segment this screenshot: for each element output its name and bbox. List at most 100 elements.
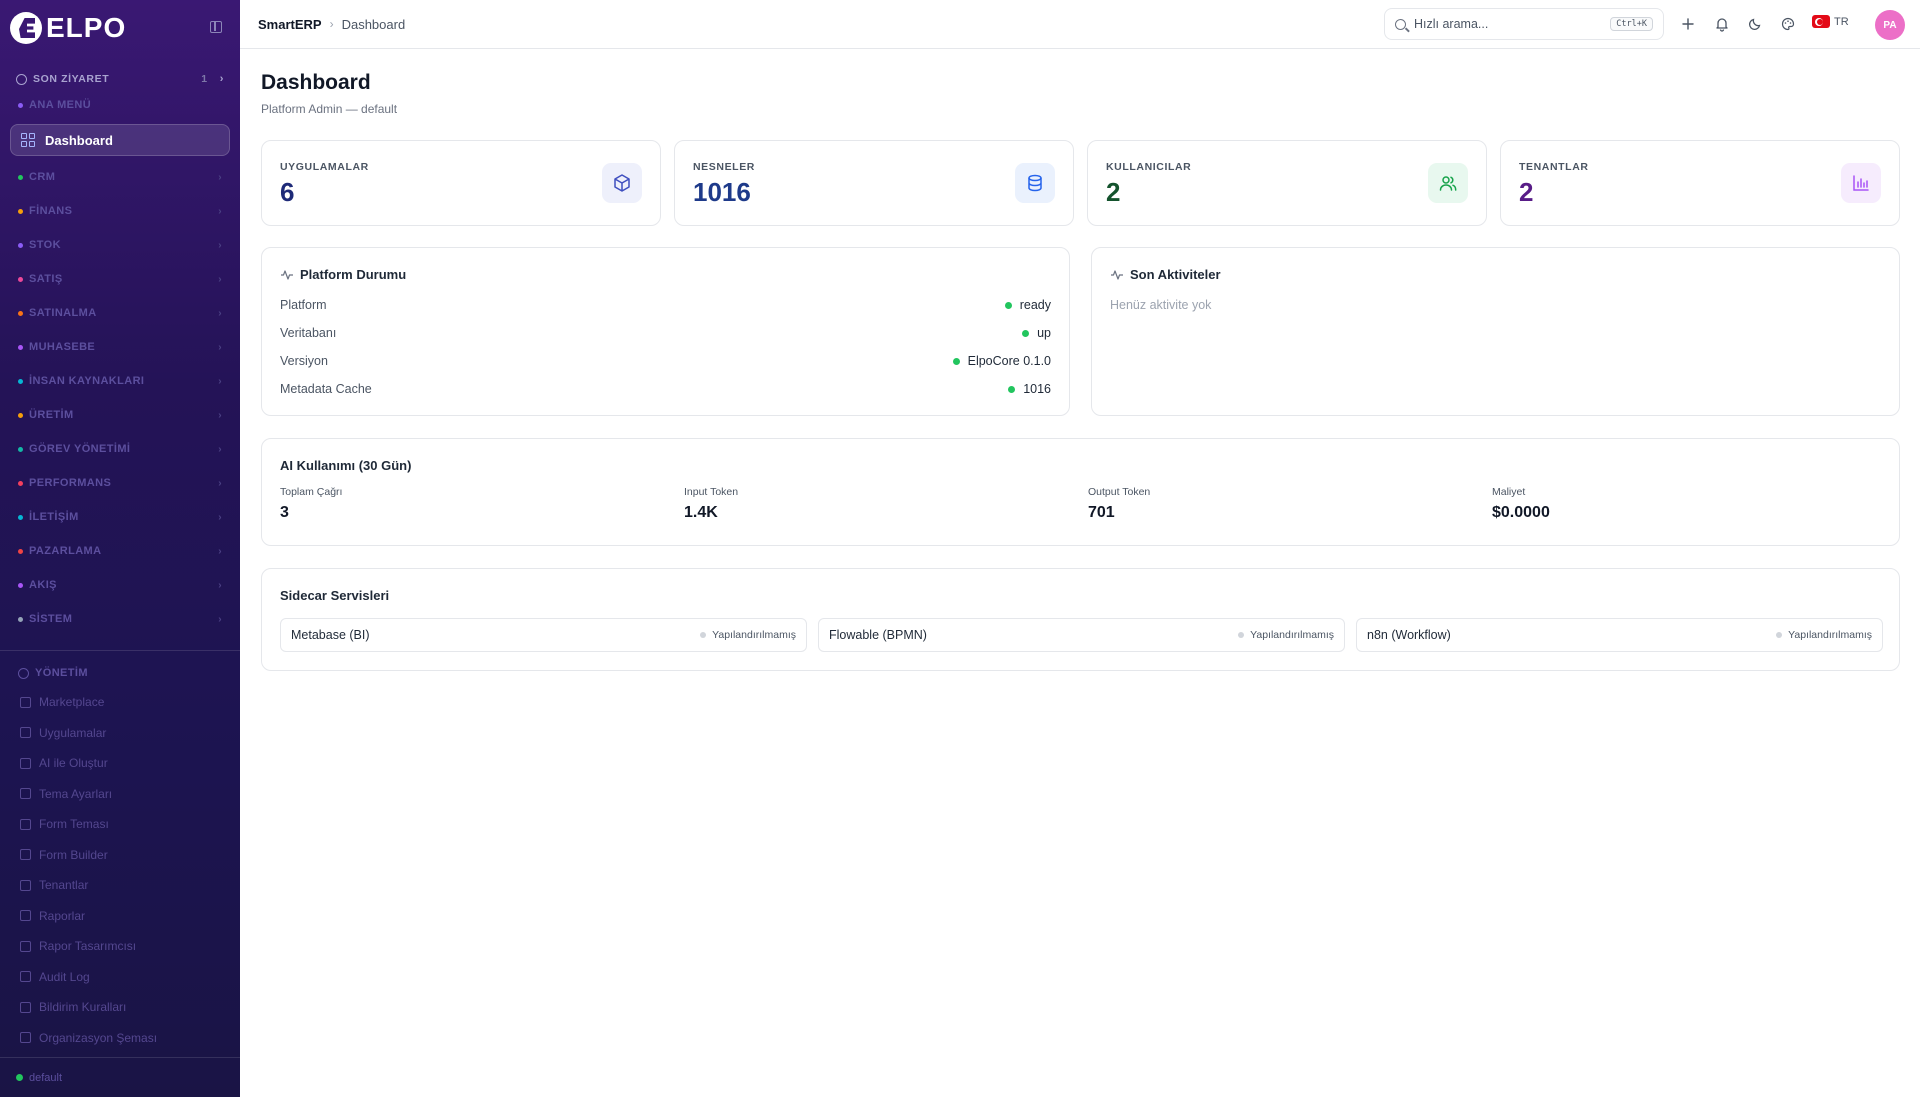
admin-item-label: Organizasyon Şeması [39,1030,158,1045]
group-dot [18,412,23,418]
sidebar-group-5[interactable]: MUHASEBE › [0,330,240,364]
avatar[interactable]: PA [1875,10,1905,40]
sidebar-item-label: Dashboard [45,132,113,148]
status-value: up [1022,326,1051,340]
language-switcher[interactable]: TR [1812,15,1849,28]
group-dot [18,582,23,588]
admin-item-label: Form Builder [39,847,108,862]
admin-item-7[interactable]: Raporlar [0,901,240,932]
shortcut-hint: Ctrl+K [1610,17,1653,31]
admin-item-1[interactable]: Uygulamalar [0,718,240,749]
stat-card-nesneler[interactable]: NESNELER 1016 [674,140,1074,226]
sidebar-group-4[interactable]: SATINALMA › [0,296,240,330]
admin-item-11[interactable]: Organizasyon Şeması [0,1023,240,1054]
search-icon [1395,18,1406,30]
chevron-right-icon: › [218,205,222,217]
sidebar-collapse-icon[interactable] [210,21,222,33]
breadcrumb-app[interactable]: SmartERP [258,17,322,32]
service-status-text: Yapılandırılmamış [712,629,796,641]
chevron-right-icon: › [219,73,224,85]
brand-name: ELPO [46,12,127,43]
moon-icon[interactable] [1747,16,1763,32]
ai-metric-label: Maliyet [1492,486,1526,498]
admin-section-heading[interactable]: YÖNETİM [0,659,240,687]
sidebar-group-1[interactable]: FİNANS › [0,194,240,228]
sidebar-group-7[interactable]: ÜRETİM › [0,398,240,432]
admin-item-3[interactable]: Tema Ayarları [0,779,240,810]
sidebar-group-12[interactable]: AKIŞ › [0,568,240,602]
chevron-right-icon: › [218,239,222,251]
sidecar-service[interactable]: n8n (Workflow) Yapılandırılmamış [1356,618,1883,652]
sidebar-group-label: İLETİŞİM [29,511,79,523]
sidebar-group-11[interactable]: PAZARLAMA › [0,534,240,568]
status-dot [1004,301,1012,309]
sidebar-item-dashboard[interactable]: Dashboard [10,124,230,156]
menu-item-icon [20,727,31,739]
ai-metric: Output Token 701 [1088,486,1150,522]
sidecar-service[interactable]: Metabase (BI) Yapılandırılmamış [280,618,807,652]
module-groups: CRM › FİNANS › STOK › SATIŞ › SATINALMA › MUHASEBE… [0,160,240,636]
recent-visits-toggle[interactable]: SON ZİYARET 1 › [0,68,240,90]
search-input[interactable] [1414,17,1594,31]
breadcrumb-separator-icon: › [329,17,334,31]
menu-item-icon [20,879,31,891]
chevron-right-icon: › [218,375,222,387]
stat-value: 6 [280,177,295,207]
admin-item-label: Tenantlar [39,878,89,893]
menu-item-icon [20,1032,31,1044]
admin-item-5[interactable]: Form Builder [0,840,240,871]
sidebar-group-3[interactable]: SATIŞ › [0,262,240,296]
sidecar-title: Sidecar Servisleri [280,588,390,603]
ai-metric-value: 3 [280,504,289,521]
stat-label: NESNELER [693,161,755,173]
sidebar-group-8[interactable]: GÖREV YÖNETİMİ › [0,432,240,466]
admin-item-6[interactable]: Tenantlar [0,870,240,901]
sidecar-service[interactable]: Flowable (BPMN) Yapılandırılmamış [818,618,1345,652]
stat-label: UYGULAMALAR [280,161,369,173]
chevron-right-icon: › [218,171,222,183]
plus-icon[interactable] [1680,16,1696,32]
admin-item-0[interactable]: Marketplace [0,687,240,718]
stat-card-kullanicilar[interactable]: KULLANICILAR 2 [1087,140,1487,226]
sidebar-group-label: SİSTEM [29,613,73,625]
menu-item-icon [20,940,31,952]
bell-icon[interactable] [1714,16,1730,32]
menu-item-icon [20,788,31,800]
status-value-text: ready [1019,298,1051,312]
menu-item-icon [20,1001,31,1013]
admin-item-8[interactable]: Rapor Tasarımcısı [0,931,240,962]
admin-item-label: AI ile Oluştur [39,756,108,771]
sidebar-group-0[interactable]: CRM › [0,160,240,194]
sidebar-divider [0,650,240,651]
sidecar-services-card: Sidecar Servisleri Metabase (BI) Yapıland… [261,568,1900,671]
admin-item-9[interactable]: Audit Log [0,962,240,993]
recent-visits-count: 1 [201,73,208,85]
sidebar-group-9[interactable]: PERFORMANS › [0,466,240,500]
status-value-text: ElpoCore 0.1.0 [967,354,1051,368]
admin-item-2[interactable]: AI ile Oluştur [0,748,240,779]
ai-usage-title: AI Kullanımı (30 Gün) [280,458,412,473]
group-dot [18,208,23,214]
ai-metric-value: $0.0000 [1492,504,1550,521]
sidebar-group-2[interactable]: STOK › [0,228,240,262]
elpo-logo[interactable]: ELPO [10,12,126,44]
tenant-indicator[interactable]: default [0,1057,240,1097]
stat-card-uygulamalar[interactable]: UYGULAMALAR 6 [261,140,661,226]
admin-item-10[interactable]: Bildirim Kuralları [0,992,240,1023]
sidebar-group-6[interactable]: İNSAN KAYNAKLARI › [0,364,240,398]
admin-items: Marketplace Uygulamalar AI ile Oluştur Tema… [0,687,240,1053]
sidebar-group-13[interactable]: SİSTEM › [0,602,240,636]
menu-item-icon [20,971,31,983]
menu-item-icon [20,910,31,922]
ai-metric-value: 1.4K [684,504,718,521]
quick-search[interactable]: Ctrl+K [1384,8,1664,40]
sidebar-group-10[interactable]: İLETİŞİM › [0,500,240,534]
activity-icon [1111,269,1123,280]
group-dot [18,174,23,180]
service-status: Yapılandırılmamış [700,629,796,641]
stat-card-tenantlar[interactable]: TENANTLAR 2 [1500,140,1900,226]
menu-item-icon [20,757,31,769]
card-title-text: Son Aktiviteler [1130,267,1221,282]
palette-icon[interactable] [1780,16,1796,32]
admin-item-4[interactable]: Form Teması [0,809,240,840]
